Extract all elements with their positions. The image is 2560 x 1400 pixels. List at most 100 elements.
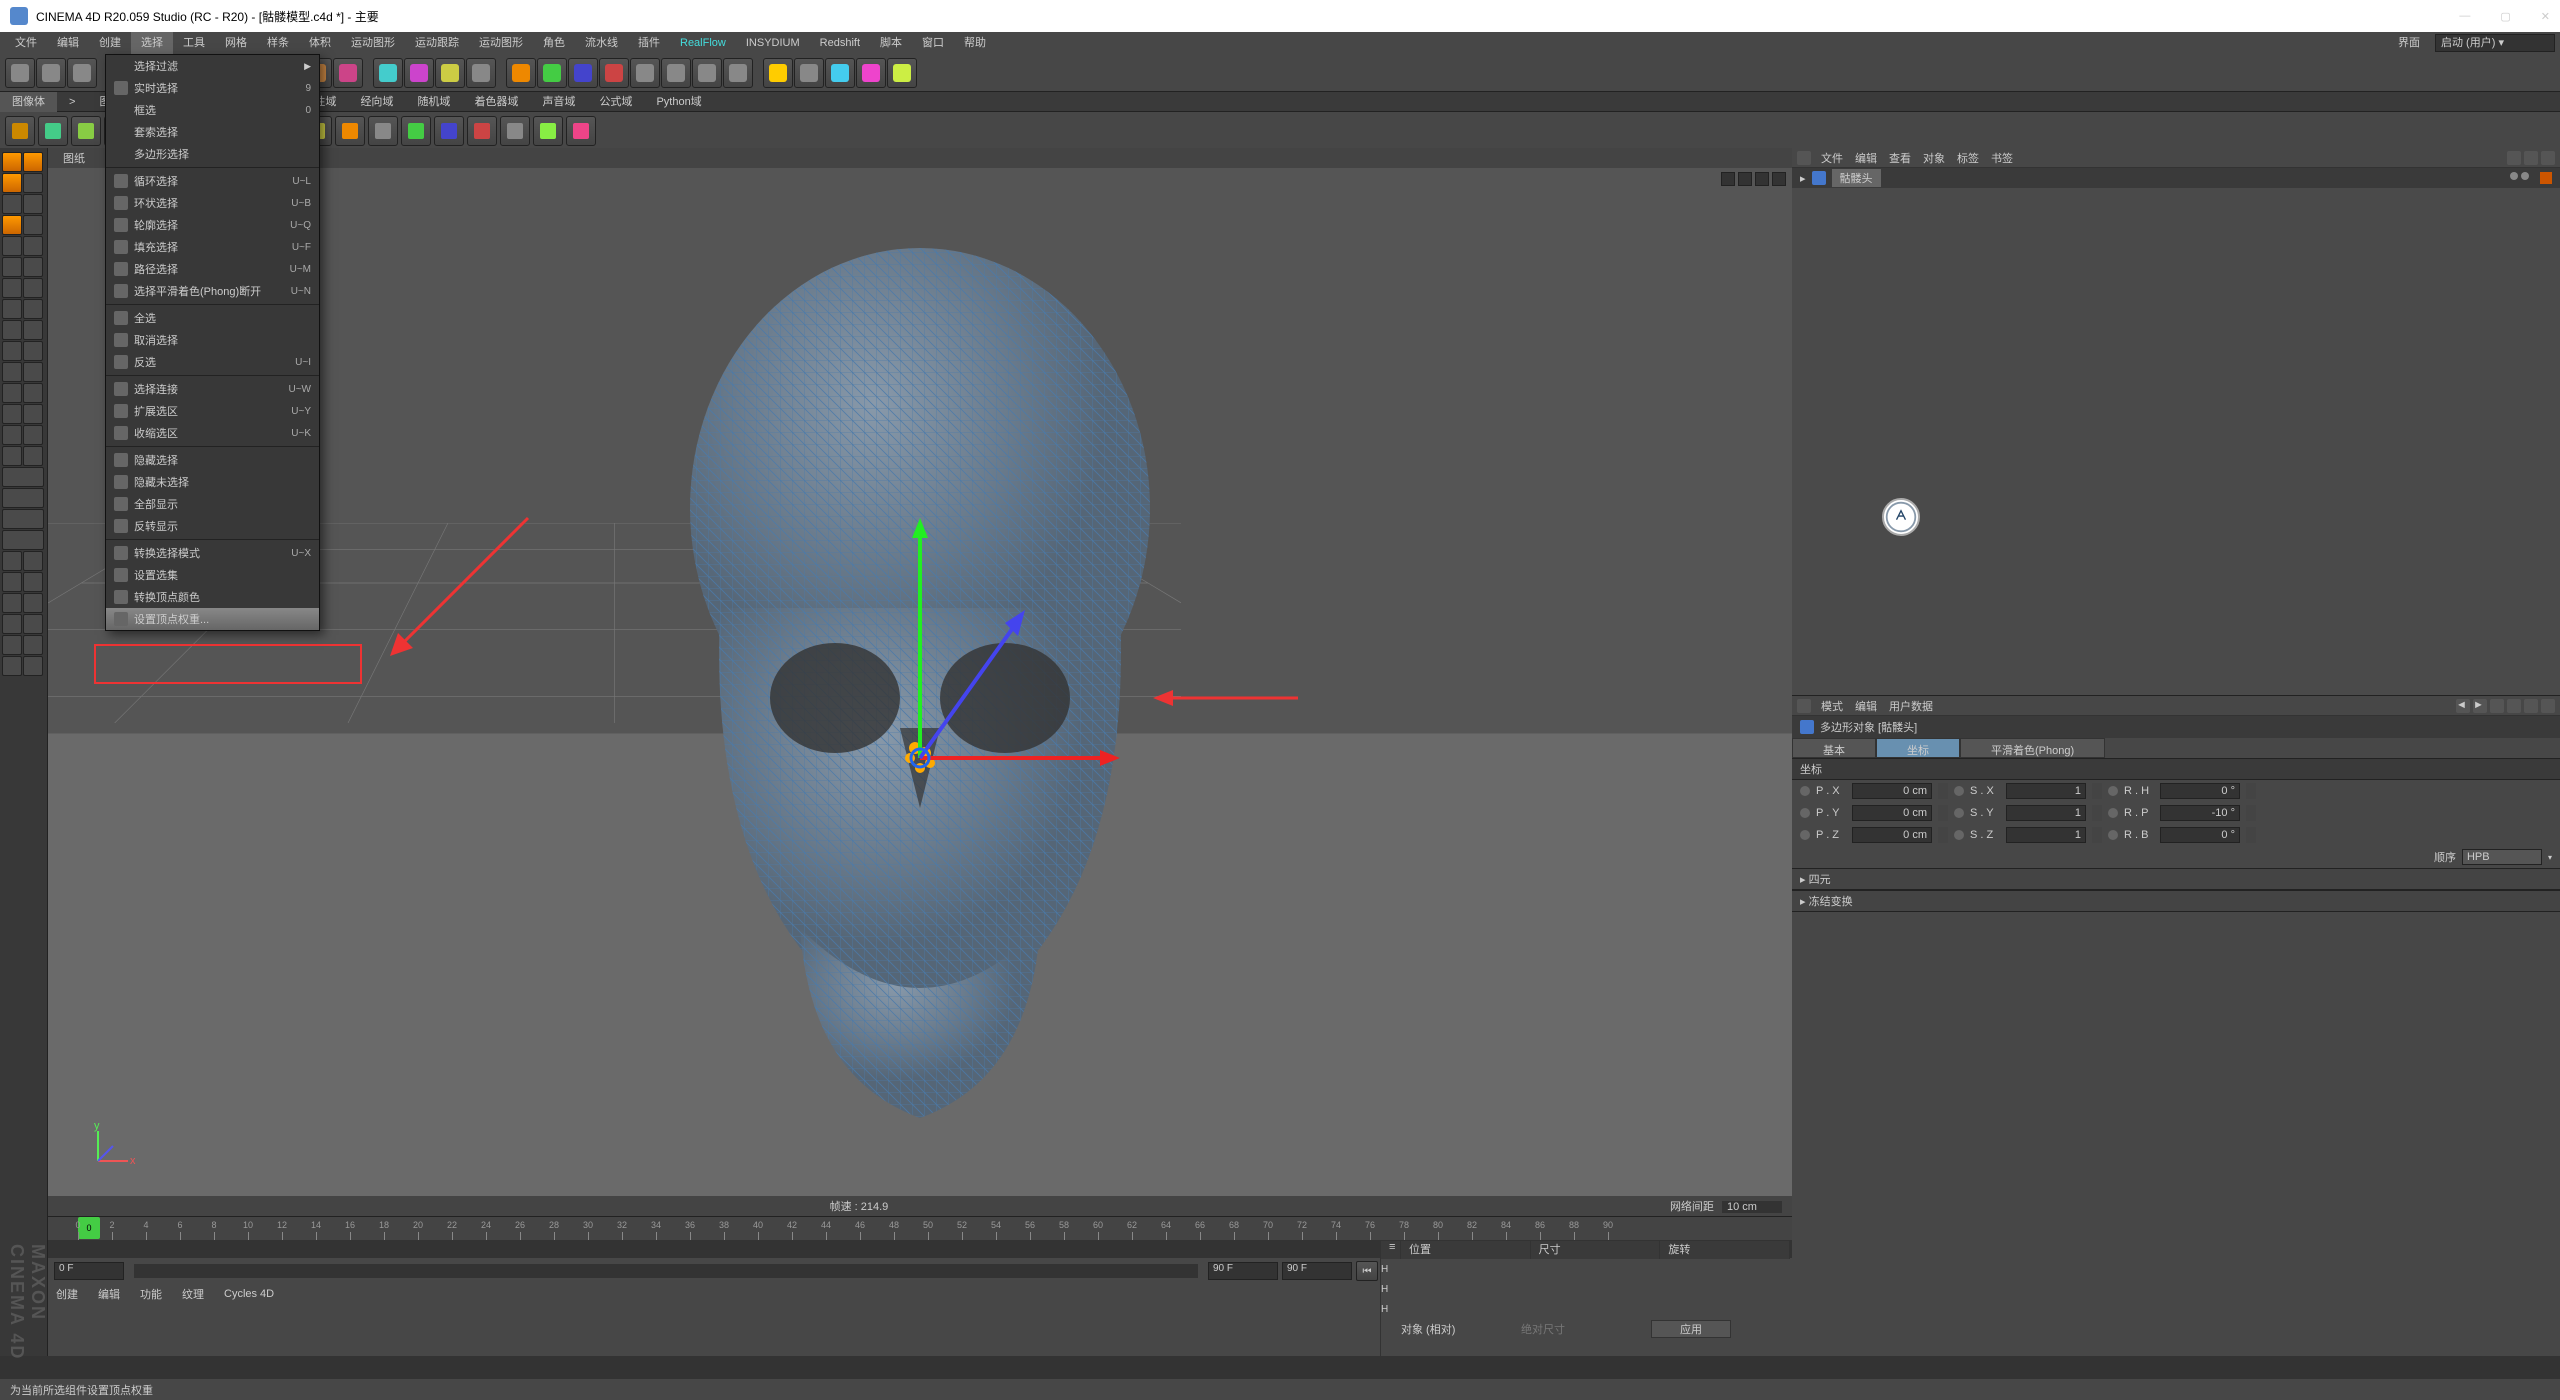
menu-样条[interactable]: 样条 xyxy=(257,32,299,54)
shelf-tab[interactable]: 公式域 xyxy=(587,92,644,112)
palette-tool[interactable] xyxy=(23,194,43,214)
tool-button[interactable] xyxy=(434,116,464,146)
coords-size-mode-dropdown[interactable]: 绝对尺寸 xyxy=(1521,1321,1631,1337)
attr-menu-item[interactable]: 用户数据 xyxy=(1889,698,1933,714)
palette-tool[interactable] xyxy=(23,341,43,361)
scale-field[interactable]: 1 xyxy=(2006,827,2086,843)
toolbar-button[interactable] xyxy=(887,58,917,88)
menu-item[interactable]: 取消选择 xyxy=(106,329,319,351)
attr-icon[interactable] xyxy=(1797,699,1811,713)
object-row[interactable]: ▸ 骷髅头 xyxy=(1792,168,2560,188)
object-name[interactable]: 骷髅头 xyxy=(1832,169,1881,187)
menu-item[interactable]: 多边形选择 xyxy=(106,143,319,165)
toolbar-button[interactable] xyxy=(723,58,753,88)
freeze-section[interactable]: ▸ 冻结变换 xyxy=(1792,890,2560,912)
pos-field[interactable]: 0 cm xyxy=(1852,783,1932,799)
viewport-icon[interactable] xyxy=(1738,172,1752,186)
palette-tool[interactable] xyxy=(2,467,44,487)
om-menu-item[interactable]: 标签 xyxy=(1957,150,1979,166)
viewport-icon[interactable] xyxy=(1721,172,1735,186)
material-menu-item[interactable]: 编辑 xyxy=(98,1286,120,1302)
menu-item[interactable]: 隐藏未选择 xyxy=(106,471,319,493)
tool-button[interactable] xyxy=(467,116,497,146)
attr-lock-icon[interactable] xyxy=(2507,699,2521,713)
toolbar-button[interactable] xyxy=(373,58,403,88)
shelf-tab[interactable]: 随机域 xyxy=(405,92,462,112)
palette-tool[interactable] xyxy=(2,551,22,571)
om-search-icon[interactable] xyxy=(2507,151,2521,165)
menu-item[interactable]: 套索选择 xyxy=(106,121,319,143)
menu-文件[interactable]: 文件 xyxy=(5,32,47,54)
palette-tool[interactable] xyxy=(2,446,22,466)
menu-item[interactable]: 隐藏选择 xyxy=(106,449,319,471)
apply-button[interactable]: 应用 xyxy=(1651,1320,1731,1338)
toolbar-button[interactable] xyxy=(568,58,598,88)
palette-tool[interactable] xyxy=(2,362,22,382)
om-menu-item[interactable]: 文件 xyxy=(1821,150,1843,166)
palette-tool[interactable] xyxy=(23,152,43,172)
shelf-tab[interactable]: > xyxy=(57,92,87,112)
toolbar-button[interactable] xyxy=(506,58,536,88)
toolbar-button[interactable] xyxy=(856,58,886,88)
frame-range-field[interactable]: 90 F xyxy=(1282,1262,1352,1280)
toolbar-button[interactable] xyxy=(537,58,567,88)
layout-dropdown[interactable]: 启动 (用户) ▾ xyxy=(2435,34,2555,52)
menu-运动跟踪[interactable]: 运动跟踪 xyxy=(405,32,469,54)
attr-view-icon[interactable] xyxy=(2524,699,2538,713)
rot-field[interactable]: -10 ° xyxy=(2160,805,2240,821)
om-filter-icon[interactable] xyxy=(2541,151,2555,165)
rot-field[interactable]: 0 ° xyxy=(2160,783,2240,799)
menu-item[interactable]: 循环选择U~L xyxy=(106,170,319,192)
scale-field[interactable]: 1 xyxy=(2006,805,2086,821)
pos-field[interactable]: 0 cm xyxy=(1852,805,1932,821)
palette-tool[interactable] xyxy=(23,278,43,298)
palette-tool[interactable] xyxy=(23,656,43,676)
menu-item[interactable]: 全部显示 xyxy=(106,493,319,515)
palette-tool[interactable] xyxy=(23,215,43,235)
material-menu-item[interactable]: 创建 xyxy=(56,1286,78,1302)
palette-tool[interactable] xyxy=(23,236,43,256)
menu-网格[interactable]: 网格 xyxy=(215,32,257,54)
palette-tool[interactable] xyxy=(23,362,43,382)
palette-tool[interactable] xyxy=(2,404,22,424)
palette-tool[interactable] xyxy=(2,614,22,634)
property-tab[interactable]: 坐标 xyxy=(1876,738,1960,758)
toolbar-button[interactable] xyxy=(661,58,691,88)
palette-tool[interactable] xyxy=(23,404,43,424)
tool-button[interactable] xyxy=(38,116,68,146)
attr-nav-icon[interactable]: ◄ xyxy=(2456,699,2470,713)
palette-tool[interactable] xyxy=(2,593,22,613)
palette-tool[interactable] xyxy=(23,383,43,403)
palette-tool[interactable] xyxy=(23,173,43,193)
menu-item[interactable]: 选择过滤▶ xyxy=(106,55,319,77)
frame-start-field[interactable]: 0 F xyxy=(54,1262,124,1280)
toolbar-button[interactable] xyxy=(599,58,629,88)
timeline-ruler[interactable]: 0 02468101214161820222426283032343638404… xyxy=(48,1216,1792,1240)
menu-item[interactable]: 收缩选区U~K xyxy=(106,422,319,444)
rot-field[interactable]: 0 ° xyxy=(2160,827,2240,843)
shelf-tab[interactable]: 声音域 xyxy=(530,92,587,112)
menu-item[interactable]: 框选0 xyxy=(106,99,319,121)
phong-tag-icon[interactable] xyxy=(2540,172,2552,184)
toolbar-button[interactable] xyxy=(67,58,97,88)
palette-tool[interactable] xyxy=(2,572,22,592)
palette-tool[interactable] xyxy=(2,383,22,403)
menu-item[interactable]: 轮廓选择U~Q xyxy=(106,214,319,236)
palette-tool[interactable] xyxy=(2,635,22,655)
menu-item[interactable]: 反转显示 xyxy=(106,515,319,537)
tool-button[interactable] xyxy=(401,116,431,146)
menu-item[interactable]: 填充选择U~F xyxy=(106,236,319,258)
om-menu-item[interactable]: 书签 xyxy=(1991,150,2013,166)
palette-tool[interactable] xyxy=(2,194,22,214)
toolbar-button[interactable] xyxy=(630,58,660,88)
pos-field[interactable]: 0 cm xyxy=(1852,827,1932,843)
toolbar-button[interactable] xyxy=(5,58,35,88)
timeline-scrollbar[interactable] xyxy=(134,1264,1198,1278)
menu-运动图形[interactable]: 运动图形 xyxy=(469,32,533,54)
menu-RealFlow[interactable]: RealFlow xyxy=(670,32,736,54)
minimize-button[interactable]: — xyxy=(2459,10,2470,23)
toolbar-button[interactable] xyxy=(36,58,66,88)
menu-角色[interactable]: 角色 xyxy=(533,32,575,54)
palette-tool[interactable] xyxy=(2,236,22,256)
menu-item[interactable]: 扩展选区U~Y xyxy=(106,400,319,422)
